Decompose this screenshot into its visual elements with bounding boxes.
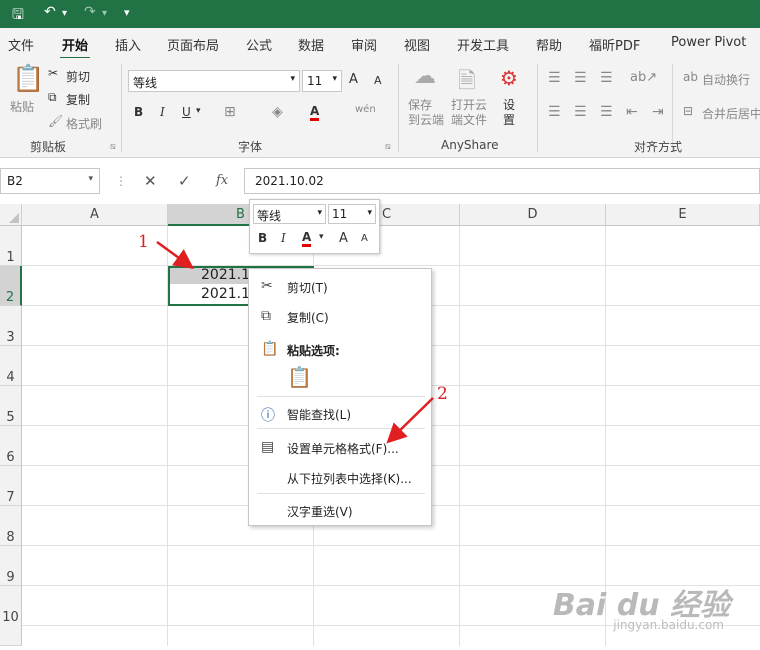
arrow-to-format-cells (386, 397, 434, 444)
annotation-arrows (156, 240, 434, 444)
watermark-url: jingyan.baidu.com (613, 618, 724, 632)
arrow-to-selected-cells (156, 240, 195, 269)
